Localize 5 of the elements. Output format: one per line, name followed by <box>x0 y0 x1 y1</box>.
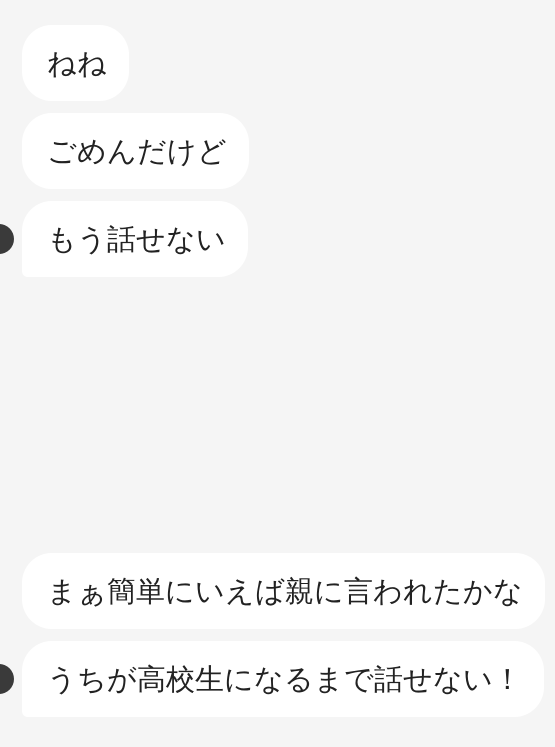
message-bubble: まぁ簡単にいえば親に言われたかな <box>22 553 545 629</box>
message-bubble: ねね <box>22 25 129 101</box>
message-bubble: もう話せない <box>22 201 248 277</box>
message-bubble: ごめんだけど <box>22 113 249 189</box>
message-bubble: うちが高校生になるまで話せない！ <box>22 641 544 717</box>
